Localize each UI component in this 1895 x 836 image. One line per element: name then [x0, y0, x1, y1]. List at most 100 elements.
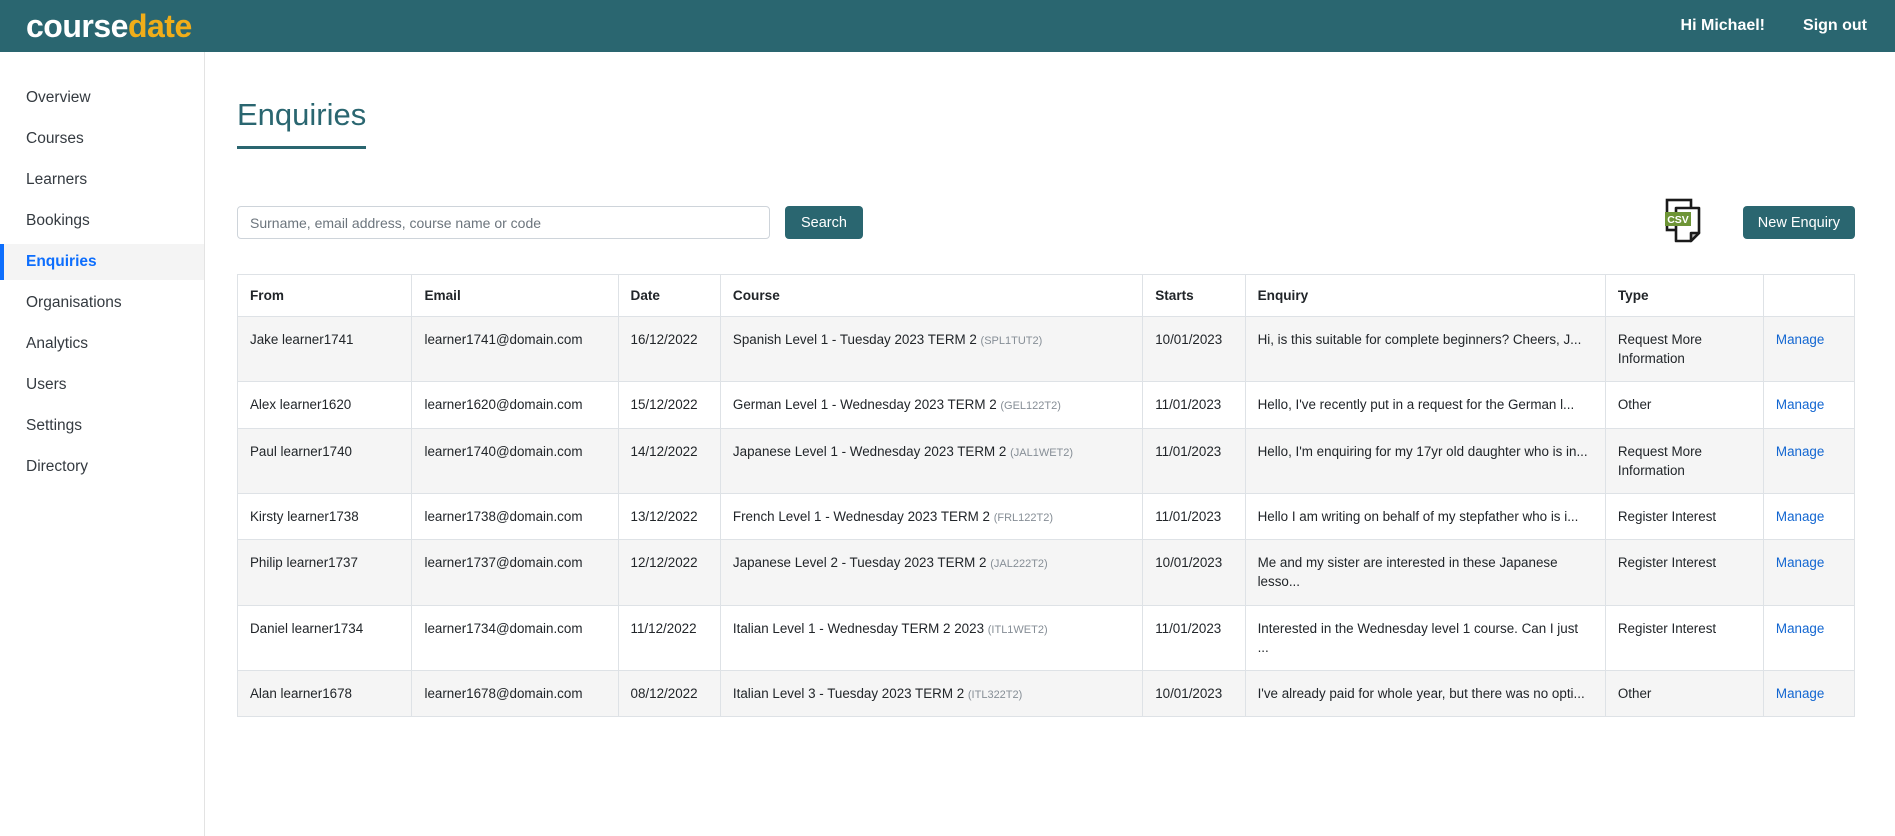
- table-row: Jake learner1741learner1741@domain.com16…: [238, 317, 1855, 382]
- cell-type: Register Interest: [1605, 605, 1763, 670]
- page-shell: Overview Courses Learners Bookings Enqui…: [0, 52, 1895, 836]
- cell-type: Request More Information: [1605, 317, 1763, 382]
- table-header-row: From Email Date Course Starts Enquiry Ty…: [238, 275, 1855, 317]
- enquiries-toolbar: Search CSV New Enquiry: [237, 197, 1855, 248]
- sidebar-item-organisations[interactable]: Organisations: [0, 285, 204, 321]
- cell-starts: 10/01/2023: [1143, 540, 1245, 605]
- cell-course: Japanese Level 1 - Wednesday 2023 TERM 2…: [720, 428, 1142, 493]
- column-header-starts: Starts: [1143, 275, 1245, 317]
- cell-enquiry: I've already paid for whole year, but th…: [1245, 670, 1605, 717]
- user-greeting[interactable]: Hi Michael!: [1681, 17, 1765, 35]
- cell-email: learner1738@domain.com: [412, 493, 618, 540]
- sidebar-item-bookings[interactable]: Bookings: [0, 203, 204, 239]
- app-logo[interactable]: coursedate: [26, 10, 192, 42]
- manage-link[interactable]: Manage: [1776, 509, 1824, 524]
- csv-badge-label: CSV: [1667, 214, 1689, 226]
- sign-out-link[interactable]: Sign out: [1803, 17, 1867, 35]
- cell-actions: Manage: [1763, 605, 1854, 670]
- cell-course: Italian Level 1 - Wednesday TERM 2 2023 …: [720, 605, 1142, 670]
- cell-email: learner1737@domain.com: [412, 540, 618, 605]
- course-name: Italian Level 1 - Wednesday TERM 2 2023: [733, 621, 988, 636]
- column-header-email: Email: [412, 275, 618, 317]
- main-content: Enquiries Search CSV N: [205, 52, 1895, 836]
- sidebar-item-directory[interactable]: Directory: [0, 449, 204, 485]
- top-bar-actions: Hi Michael! Sign out: [1681, 17, 1867, 35]
- csv-export-icon[interactable]: CSV: [1663, 197, 1709, 248]
- table-row: Kirsty learner1738learner1738@domain.com…: [238, 493, 1855, 540]
- cell-starts: 11/01/2023: [1143, 382, 1245, 429]
- course-code: (ITL1WET2): [988, 624, 1048, 636]
- manage-link[interactable]: Manage: [1776, 444, 1824, 459]
- course-code: (ITL322T2): [968, 689, 1022, 701]
- enquiries-table-container: From Email Date Course Starts Enquiry Ty…: [237, 274, 1855, 717]
- cell-from: Jake learner1741: [238, 317, 412, 382]
- sidebar-item-users[interactable]: Users: [0, 367, 204, 403]
- page-title: Enquiries: [237, 98, 366, 149]
- table-header: From Email Date Course Starts Enquiry Ty…: [238, 275, 1855, 317]
- manage-link[interactable]: Manage: [1776, 686, 1824, 701]
- course-code: (SPL1TUT2): [981, 335, 1043, 347]
- cell-date: 12/12/2022: [618, 540, 720, 605]
- cell-enquiry: Hello, I've recently put in a request fo…: [1245, 382, 1605, 429]
- cell-date: 14/12/2022: [618, 428, 720, 493]
- column-header-course: Course: [720, 275, 1142, 317]
- sidebar-item-overview[interactable]: Overview: [0, 80, 204, 116]
- cell-actions: Manage: [1763, 493, 1854, 540]
- cell-actions: Manage: [1763, 540, 1854, 605]
- cell-from: Paul learner1740: [238, 428, 412, 493]
- table-row: Alan learner1678learner1678@domain.com08…: [238, 670, 1855, 717]
- course-name: German Level 1 - Wednesday 2023 TERM 2: [733, 397, 1000, 412]
- table-row: Paul learner1740learner1740@domain.com14…: [238, 428, 1855, 493]
- cell-email: learner1678@domain.com: [412, 670, 618, 717]
- column-header-type: Type: [1605, 275, 1763, 317]
- course-code: (JAL1WET2): [1010, 447, 1073, 459]
- sidebar-item-courses[interactable]: Courses: [0, 121, 204, 157]
- sidebar-item-analytics[interactable]: Analytics: [0, 326, 204, 362]
- cell-course: Japanese Level 2 - Tuesday 2023 TERM 2 (…: [720, 540, 1142, 605]
- manage-link[interactable]: Manage: [1776, 555, 1824, 570]
- cell-date: 13/12/2022: [618, 493, 720, 540]
- cell-email: learner1740@domain.com: [412, 428, 618, 493]
- cell-enquiry: Hello I am writing on behalf of my stepf…: [1245, 493, 1605, 540]
- cell-type: Register Interest: [1605, 540, 1763, 605]
- column-header-from: From: [238, 275, 412, 317]
- cell-enquiry: Hello, I'm enquiring for my 17yr old dau…: [1245, 428, 1605, 493]
- sidebar-item-enquiries[interactable]: Enquiries: [0, 244, 204, 280]
- cell-from: Alan learner1678: [238, 670, 412, 717]
- enquiries-table: From Email Date Course Starts Enquiry Ty…: [237, 274, 1855, 717]
- cell-type: Other: [1605, 382, 1763, 429]
- cell-actions: Manage: [1763, 317, 1854, 382]
- table-row: Alex learner1620learner1620@domain.com15…: [238, 382, 1855, 429]
- cell-course: French Level 1 - Wednesday 2023 TERM 2 (…: [720, 493, 1142, 540]
- sidebar-item-learners[interactable]: Learners: [0, 162, 204, 198]
- cell-enquiry: Me and my sister are interested in these…: [1245, 540, 1605, 605]
- cell-date: 15/12/2022: [618, 382, 720, 429]
- search-input[interactable]: [237, 206, 770, 239]
- cell-starts: 11/01/2023: [1143, 493, 1245, 540]
- cell-date: 08/12/2022: [618, 670, 720, 717]
- cell-type: Other: [1605, 670, 1763, 717]
- toolbar-right-actions: CSV New Enquiry: [1663, 197, 1855, 248]
- search-button[interactable]: Search: [785, 206, 863, 239]
- table-row: Philip learner1737learner1737@domain.com…: [238, 540, 1855, 605]
- cell-type: Request More Information: [1605, 428, 1763, 493]
- sidebar-item-settings[interactable]: Settings: [0, 408, 204, 444]
- manage-link[interactable]: Manage: [1776, 332, 1824, 347]
- cell-date: 11/12/2022: [618, 605, 720, 670]
- course-name: Italian Level 3 - Tuesday 2023 TERM 2: [733, 686, 968, 701]
- cell-actions: Manage: [1763, 382, 1854, 429]
- cell-starts: 10/01/2023: [1143, 670, 1245, 717]
- manage-link[interactable]: Manage: [1776, 621, 1824, 636]
- new-enquiry-button[interactable]: New Enquiry: [1743, 206, 1855, 239]
- table-row: Daniel learner1734learner1734@domain.com…: [238, 605, 1855, 670]
- cell-course: Spanish Level 1 - Tuesday 2023 TERM 2 (S…: [720, 317, 1142, 382]
- cell-actions: Manage: [1763, 428, 1854, 493]
- cell-course: German Level 1 - Wednesday 2023 TERM 2 (…: [720, 382, 1142, 429]
- cell-from: Daniel learner1734: [238, 605, 412, 670]
- course-name: Japanese Level 2 - Tuesday 2023 TERM 2: [733, 555, 990, 570]
- manage-link[interactable]: Manage: [1776, 397, 1824, 412]
- cell-date: 16/12/2022: [618, 317, 720, 382]
- course-name: Spanish Level 1 - Tuesday 2023 TERM 2: [733, 332, 981, 347]
- course-code: (JAL222T2): [990, 558, 1047, 570]
- cell-enquiry: Interested in the Wednesday level 1 cour…: [1245, 605, 1605, 670]
